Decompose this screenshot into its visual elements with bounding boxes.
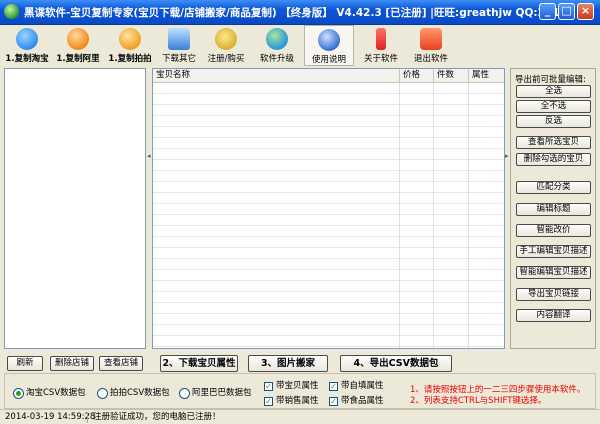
column-header-name[interactable]: 宝贝名称 xyxy=(153,69,400,82)
checkbox-mark-icon: ✓ xyxy=(264,397,273,406)
radio-paipai-csv[interactable]: 拍拍CSV数据包 xyxy=(97,388,170,399)
radio-dot xyxy=(179,388,190,399)
grid-body xyxy=(153,83,504,348)
alibaba-icon xyxy=(67,28,89,50)
export-csv-button[interactable]: 4、导出CSV数据包 xyxy=(340,355,452,372)
toolbar-copy-paipai[interactable]: 1.复制拍拍 xyxy=(104,25,156,66)
grid-header: 宝贝名称 价格 件数 属性 xyxy=(153,69,504,83)
toolbar-about[interactable]: 关于软件 xyxy=(359,25,403,66)
checkbox-label: 带食品属性 xyxy=(341,396,384,406)
power-icon xyxy=(420,28,442,50)
edit-title-button[interactable]: 编辑标题 xyxy=(516,203,591,216)
toolbar-label: 注册/购买 xyxy=(207,54,245,64)
manual-edit-desc-button[interactable]: 手工编辑宝贝描述 xyxy=(516,245,591,258)
computer-icon xyxy=(168,28,190,50)
check-custom-attrs[interactable]: ✓ 带自填属性 xyxy=(329,381,384,392)
toolbar-copy-taobao[interactable]: 1.复制淘宝 xyxy=(2,25,52,66)
app-window: 黑谍软件-宝贝复制专家(宝贝下载/店铺搬家/商品复制) 【终身版】 V4.42.… xyxy=(0,0,600,424)
delete-shop-button[interactable]: 删除店铺 xyxy=(50,356,94,371)
delete-checked-button[interactable]: 删除勾选的宝贝 xyxy=(516,153,591,166)
column-header-count[interactable]: 件数 xyxy=(434,69,469,82)
toolbar-copy-alibaba[interactable]: 1.复制阿里 xyxy=(53,25,103,66)
view-selected-button[interactable]: 查看所选宝贝 xyxy=(516,136,591,149)
maximize-button[interactable]: □ xyxy=(558,3,575,20)
column-divider xyxy=(399,83,400,348)
help-icon xyxy=(318,29,340,51)
translate-button[interactable]: 内容翻译 xyxy=(516,309,591,322)
radio-alibaba-pack[interactable]: 阿里巴巴数据包 xyxy=(179,388,252,399)
toolbar-register-buy[interactable]: 注册/购买 xyxy=(204,25,248,66)
invert-selection-button[interactable]: 反选 xyxy=(516,115,591,128)
checkbox-label: 带宝贝属性 xyxy=(276,381,319,391)
minimize-button[interactable]: _ xyxy=(539,3,556,20)
toolbar-exit[interactable]: 退出软件 xyxy=(408,25,454,66)
radio-taobao-csv[interactable]: 淘宝CSV数据包 xyxy=(13,388,86,399)
checkbox-label: 带自填属性 xyxy=(341,381,384,391)
checkbox-label: 带销售属性 xyxy=(276,396,319,406)
export-links-button[interactable]: 导出宝贝链接 xyxy=(516,288,591,301)
app-logo-icon xyxy=(4,4,19,19)
select-all-button[interactable]: 全选 xyxy=(516,85,591,98)
usage-note-2: 2、列表支持CTRL与SHIFT键选择。 xyxy=(410,396,547,406)
toolbar-label: 软件升级 xyxy=(259,54,294,64)
radio-label: 淘宝CSV数据包 xyxy=(26,388,86,398)
check-sale-attrs[interactable]: ✓ 带销售属性 xyxy=(264,396,319,407)
select-none-button[interactable]: 全不选 xyxy=(516,100,591,113)
checkbox-mark-icon: ✓ xyxy=(264,382,273,391)
shop-list[interactable] xyxy=(4,68,146,349)
taobao-icon xyxy=(16,28,38,50)
status-message: 注册验证成功，您的电脑已注册！ xyxy=(93,412,221,422)
paipai-icon xyxy=(119,28,141,50)
toolbar-help[interactable]: 使用说明 xyxy=(304,25,354,66)
view-shop-button[interactable]: 查看店铺 xyxy=(99,356,143,371)
keys-icon xyxy=(215,28,237,50)
left-splitter-arrow-icon[interactable]: ◂ xyxy=(147,152,151,161)
toolbar-download-other[interactable]: 下载其它 xyxy=(158,25,200,66)
radio-label: 拍拍CSV数据包 xyxy=(110,388,170,398)
toolbar-label: 1.复制拍拍 xyxy=(108,54,152,64)
check-item-attrs[interactable]: ✓ 带宝贝属性 xyxy=(264,381,319,392)
toolbar-label: 下载其它 xyxy=(161,54,196,64)
window-title: 黑谍软件-宝贝复制专家(宝贝下载/店铺搬家/商品复制) 【终身版】 V4.42.… xyxy=(24,7,572,19)
right-splitter-arrow-icon[interactable]: ▸ xyxy=(505,152,509,161)
radio-dot xyxy=(13,388,24,399)
column-header-attrs[interactable]: 属性 xyxy=(469,69,504,82)
toolbar-label: 关于软件 xyxy=(363,54,398,64)
image-move-button[interactable]: 3、图片搬家 xyxy=(248,355,328,372)
radio-dot xyxy=(97,388,108,399)
title-bar[interactable]: 黑谍软件-宝贝复制专家(宝贝下载/店铺搬家/商品复制) 【终身版】 V4.42.… xyxy=(0,0,600,25)
batch-edit-title: 导出前可批量编辑: xyxy=(515,75,586,85)
toolbar-label: 退出软件 xyxy=(413,54,448,64)
download-attributes-button[interactable]: 2、下载宝贝属性 xyxy=(160,355,238,372)
status-bar: 2014-03-19 14:59:28 注册验证成功，您的电脑已注册！ xyxy=(0,409,600,424)
toolbar-label: 1.复制淘宝 xyxy=(5,54,49,64)
radio-label: 阿里巴巴数据包 xyxy=(192,388,252,398)
export-options-group: 淘宝CSV数据包 拍拍CSV数据包 阿里巴巴数据包 ✓ 带宝贝属性 ✓ 带自填属… xyxy=(4,373,596,409)
main-toolbar: 1.复制淘宝 1.复制阿里 1.复制拍拍 下载其它 注册/购买 软件升级 使用说… xyxy=(0,25,600,66)
toolbar-label: 使用说明 xyxy=(311,55,346,65)
column-header-price[interactable]: 价格 xyxy=(400,69,434,82)
checkbox-mark-icon: ✓ xyxy=(329,382,338,391)
smart-edit-desc-button[interactable]: 智能编辑宝贝描述 xyxy=(516,266,591,279)
column-divider xyxy=(433,83,434,348)
status-datetime: 2014-03-19 14:59:28 xyxy=(5,412,96,422)
batch-edit-panel: 导出前可批量编辑: 全选 全不选 反选 查看所选宝贝 删除勾选的宝贝 匹配分类 … xyxy=(510,68,596,349)
globe-icon xyxy=(266,28,288,50)
smart-price-button[interactable]: 智能改价 xyxy=(516,224,591,237)
toolbar-label: 1.复制阿里 xyxy=(56,54,100,64)
check-food-attrs[interactable]: ✓ 带食品属性 xyxy=(329,396,384,407)
toolbar-upgrade[interactable]: 软件升级 xyxy=(254,25,300,66)
close-button[interactable]: × xyxy=(577,3,594,20)
product-grid[interactable]: 宝贝名称 价格 件数 属性 xyxy=(152,68,505,349)
column-divider xyxy=(468,83,469,348)
match-category-button[interactable]: 匹配分类 xyxy=(516,181,591,194)
exclamation-icon xyxy=(376,28,386,50)
refresh-button[interactable]: 刷新 xyxy=(7,356,43,371)
status-separator xyxy=(87,412,88,423)
checkbox-mark-icon: ✓ xyxy=(329,397,338,406)
